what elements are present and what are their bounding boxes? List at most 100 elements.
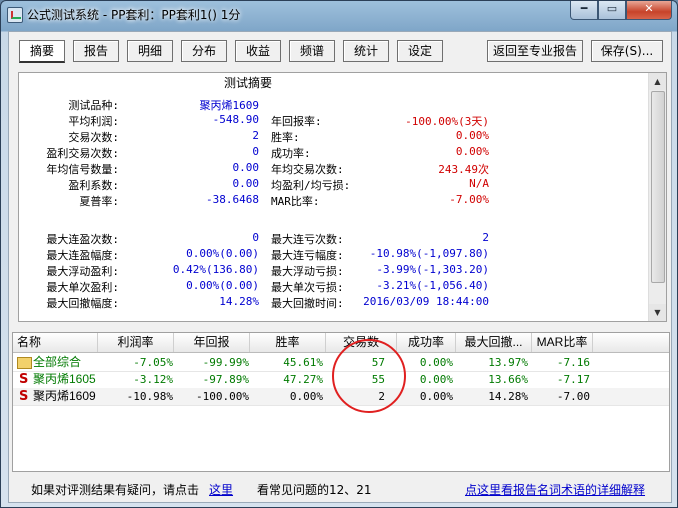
summary-value: 2 [482,231,489,244]
summary-label: 年均交易次数: [271,163,344,176]
summary-label: 最大浮动亏损: [271,265,344,278]
cell-winrate: 0.00% [289,390,323,403]
vertical-scrollbar[interactable]: ▲ ▼ [648,73,666,321]
cell-mar: -7.16 [556,356,590,369]
summary-row: 最大连盈幅度: 0.00%(0.00) 最大连亏幅度: -10.98%(-1,097.… [19,247,649,262]
summary-label: 年回报率: [271,115,322,128]
tab-settings[interactable]: 设定 [397,40,443,62]
summary-value: -3.21%(-1,056.40) [376,279,489,292]
summary-row: 最大回撤幅度: 14.28% 最大回撤时间: 2016/03/09 18:44:00 [19,295,649,310]
scroll-thumb[interactable] [651,91,665,283]
summary-label: 测试品种: [68,99,119,112]
column-header-mar[interactable]: MAR比率 [532,333,593,352]
tab-details[interactable]: 明细 [127,40,173,62]
summary-row: 最大浮动盈利: 0.42%(136.80) 最大浮动亏损: -3.99%(-1,303… [19,263,649,278]
summary-label: 胜率: [271,131,300,144]
summary-row: 夏普率: -38.6468 MAR比率: -7.00% [19,193,649,208]
column-header-drawdown[interactable]: 最大回撤... [456,333,532,352]
row-name: 全部综合 [33,355,82,369]
cell-profit: -7.05% [133,356,173,369]
summary-label: 最大回撤时间: [271,297,344,310]
glossary-link[interactable]: 点这里看报告名词术语的详细解释 [465,481,645,498]
scroll-down-arrow-icon[interactable]: ▼ [649,304,666,321]
client-area: 摘要 报告 明细 分布 收益 频谱 统计 设定 返回至专业报告 保存(S)...… [8,31,672,503]
cell-profit: -10.98% [126,390,173,403]
summary-value: 14.28% [219,295,259,308]
summary-value: 243.49次 [438,163,489,176]
s-icon: S [19,389,29,404]
close-button[interactable]: ✕ [626,1,672,20]
cell-mar: -7.17 [556,373,590,386]
summary-label: 最大连盈次数: [46,233,119,246]
summary-row: 最大连盈次数: 0 最大连亏次数: 2 [19,231,649,246]
faq-link[interactable]: 这里 [209,481,233,498]
back-to-pro-report-button[interactable]: 返回至专业报告 [487,40,583,62]
cell-annual: -97.89% [202,373,249,386]
summary-label: 成功率: [271,147,311,160]
tab-summary[interactable]: 摘要 [19,40,65,63]
red-annotation-circle [332,339,406,413]
summary-row: 盈利系数: 0.00 均盈利/均亏损: N/A [19,177,649,192]
summary-value: 0.00% [455,129,489,142]
summary-row: 最大单次盈利: 0.00%(0.00) 最大单次亏损: -3.21%(-1,056.4… [19,279,649,294]
summary-row: 平均利润: -548.90 年回报率: -100.00%(3天) [19,113,649,128]
summary-value: -3.99%(-1,303.20) [376,263,489,276]
s-icon: S [19,372,29,387]
cell-winrate: 45.61% [283,356,323,369]
summary-value: 2 [252,129,259,142]
summary-row [19,209,649,224]
summary-label: MAR比率: [271,195,320,208]
title-bar[interactable]: 公式测试系统 - PP套利：PP套利1() 1分 ━ ▭ ✕ [1,1,677,27]
row-name: 聚丙烯1609 [33,389,96,403]
column-header-name[interactable]: 名称 [13,333,98,352]
summary-value: 0.00%(0.00) [186,247,259,260]
summary-label: 年均信号数量: [46,163,119,176]
window-title: 公式测试系统 - PP套利：PP套利1() 1分 [27,8,241,22]
column-header-annual[interactable]: 年回报 [174,333,250,352]
summary-label: 交易次数: [68,131,119,144]
column-header-success[interactable]: 成功率 [397,333,456,352]
summary-label: 盈利系数: [68,179,119,192]
cell-mar: -7.00 [556,390,590,403]
summary-value: 2016/03/09 18:44:00 [363,295,489,308]
column-header-winrate[interactable]: 胜率 [250,333,326,352]
summary-value: 0.00% [455,145,489,158]
summary-label: 夏普率: [79,195,119,208]
cell-drawdown: 14.28% [488,390,528,403]
cell-profit: -3.12% [133,373,173,386]
summary-value: -7.00% [449,193,489,206]
summary-value: 0 [252,145,259,158]
tab-statistics[interactable]: 统计 [343,40,389,62]
summary-label: 平均利润: [68,115,119,128]
cell-drawdown: 13.97% [488,356,528,369]
folder-icon [17,357,32,369]
cell-drawdown: 13.66% [488,373,528,386]
minimize-button[interactable]: ━ [570,1,598,20]
cell-annual: -99.99% [202,356,249,369]
summary-value: -10.98%(-1,097.80) [369,247,489,260]
summary-label: 最大单次亏损: [271,281,344,294]
summary-label: 最大连盈幅度: [46,249,119,262]
tab-spectrum[interactable]: 频谱 [289,40,335,62]
window-controls: ━ ▭ ✕ [570,1,672,21]
tab-returns[interactable]: 收益 [235,40,281,62]
tab-bar: 摘要 报告 明细 分布 收益 频谱 统计 设定 返回至专业报告 保存(S)... [17,40,663,63]
column-header-profit[interactable]: 利润率 [98,333,174,352]
tab-distribution[interactable]: 分布 [181,40,227,62]
summary-heading: 测试摘要 [224,76,273,90]
summary-label: 最大浮动盈利: [46,265,119,278]
save-button[interactable]: 保存(S)... [591,40,663,62]
cell-annual: -100.00% [196,390,249,403]
summary-value: 0.00%(0.00) [186,279,259,292]
summary-value: -548.90 [212,113,259,126]
app-window: 公式测试系统 - PP套利：PP套利1() 1分 ━ ▭ ✕ 摘要 报告 明细 … [0,0,678,508]
summary-value: 0 [252,231,259,244]
summary-value: 0.00 [232,161,260,174]
summary-row: 交易次数: 2 胜率: 0.00% [19,129,649,144]
summary-label: 最大回撤幅度: [46,297,119,310]
tab-report[interactable]: 报告 [73,40,119,62]
cell-winrate: 47.27% [283,373,323,386]
maximize-button[interactable]: ▭ [598,1,626,20]
summary-value: -100.00%(3天) [405,115,489,128]
scroll-up-arrow-icon[interactable]: ▲ [649,73,666,90]
